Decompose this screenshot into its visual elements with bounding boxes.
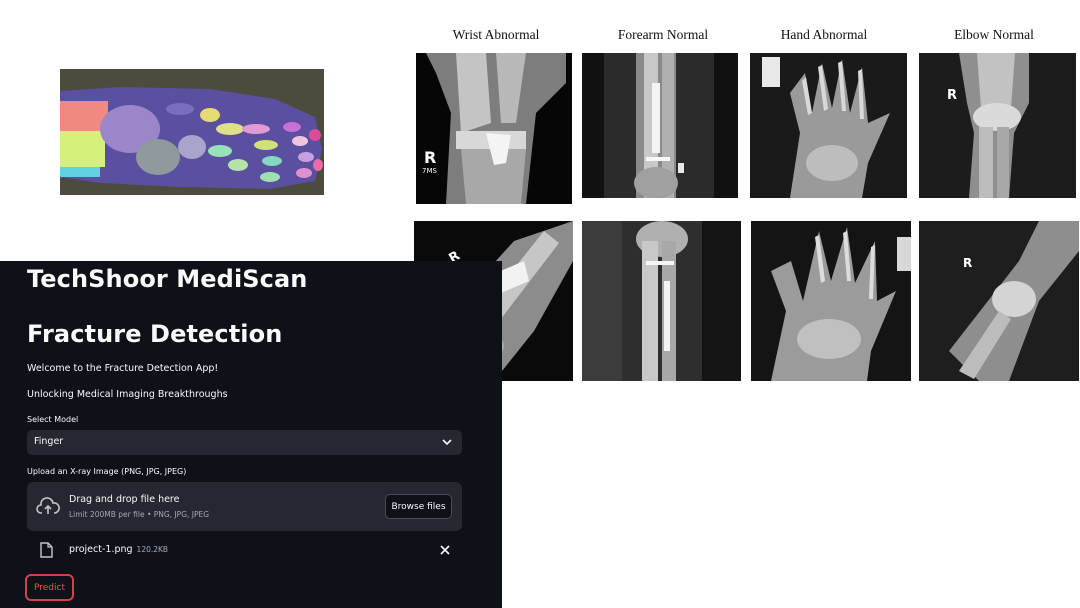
side-marker-label: R (947, 88, 957, 103)
app-title-line2: Fracture Detection (27, 320, 283, 348)
uploaded-file-size: 120.2KB (136, 545, 169, 554)
gallery-title-wrist: Wrist Abnormal (452, 27, 540, 42)
xray-hand-abnormal-2 (751, 221, 911, 381)
chevron-down-icon (442, 439, 452, 446)
file-dropzone[interactable]: Drag and drop file here Limit 200MB per … (27, 482, 462, 531)
upload-label: Upload an X-ray Image (PNG, JPG, JPEG) (27, 467, 187, 476)
xray-hand-abnormal-1 (750, 53, 907, 198)
browse-files-button[interactable]: Browse files (385, 494, 452, 519)
streamlit-app-panel: TechShoor MediScan Fracture Detection We… (0, 261, 502, 608)
welcome-text: Welcome to the Fracture Detection App! (27, 363, 219, 374)
file-icon (40, 542, 53, 558)
gallery-title-elbow: Elbow Normal (954, 27, 1034, 42)
tagline-text: Unlocking Medical Imaging Breakthroughs (27, 389, 228, 400)
gallery-title-hand: Hand Abnormal (780, 27, 868, 42)
uploaded-file-name: project-1.png 120.2KB (69, 544, 169, 555)
dropzone-title: Drag and drop file here (69, 494, 180, 505)
uploaded-file-row: project-1.png 120.2KB (27, 539, 462, 561)
model-select[interactable]: Finger (27, 430, 462, 455)
xray-elbow-normal-2: R (919, 221, 1079, 381)
xray-forearm-normal-2 (582, 221, 741, 381)
side-marker-label: R (963, 256, 972, 270)
xray-wrist-abnormal-1: R 7MS (416, 53, 572, 204)
select-model-label: Select Model (27, 415, 79, 424)
foot-bones-image (60, 69, 324, 195)
xray-elbow-normal-1: R (919, 53, 1076, 198)
model-select-value: Finger (34, 436, 64, 447)
predict-button[interactable]: Predict (25, 574, 74, 601)
xray-forearm-normal-1 (582, 53, 738, 198)
side-marker-label: R (424, 148, 436, 167)
gallery-title-forearm: Forearm Normal (617, 27, 709, 42)
dropzone-limit-text: Limit 200MB per file • PNG, JPG, JPEG (69, 510, 210, 519)
cloud-upload-icon (36, 497, 60, 514)
close-icon[interactable] (440, 545, 450, 555)
app-title-line1: TechShoor MediScan (27, 265, 308, 293)
tech-marker-label: 7MS (422, 167, 437, 175)
